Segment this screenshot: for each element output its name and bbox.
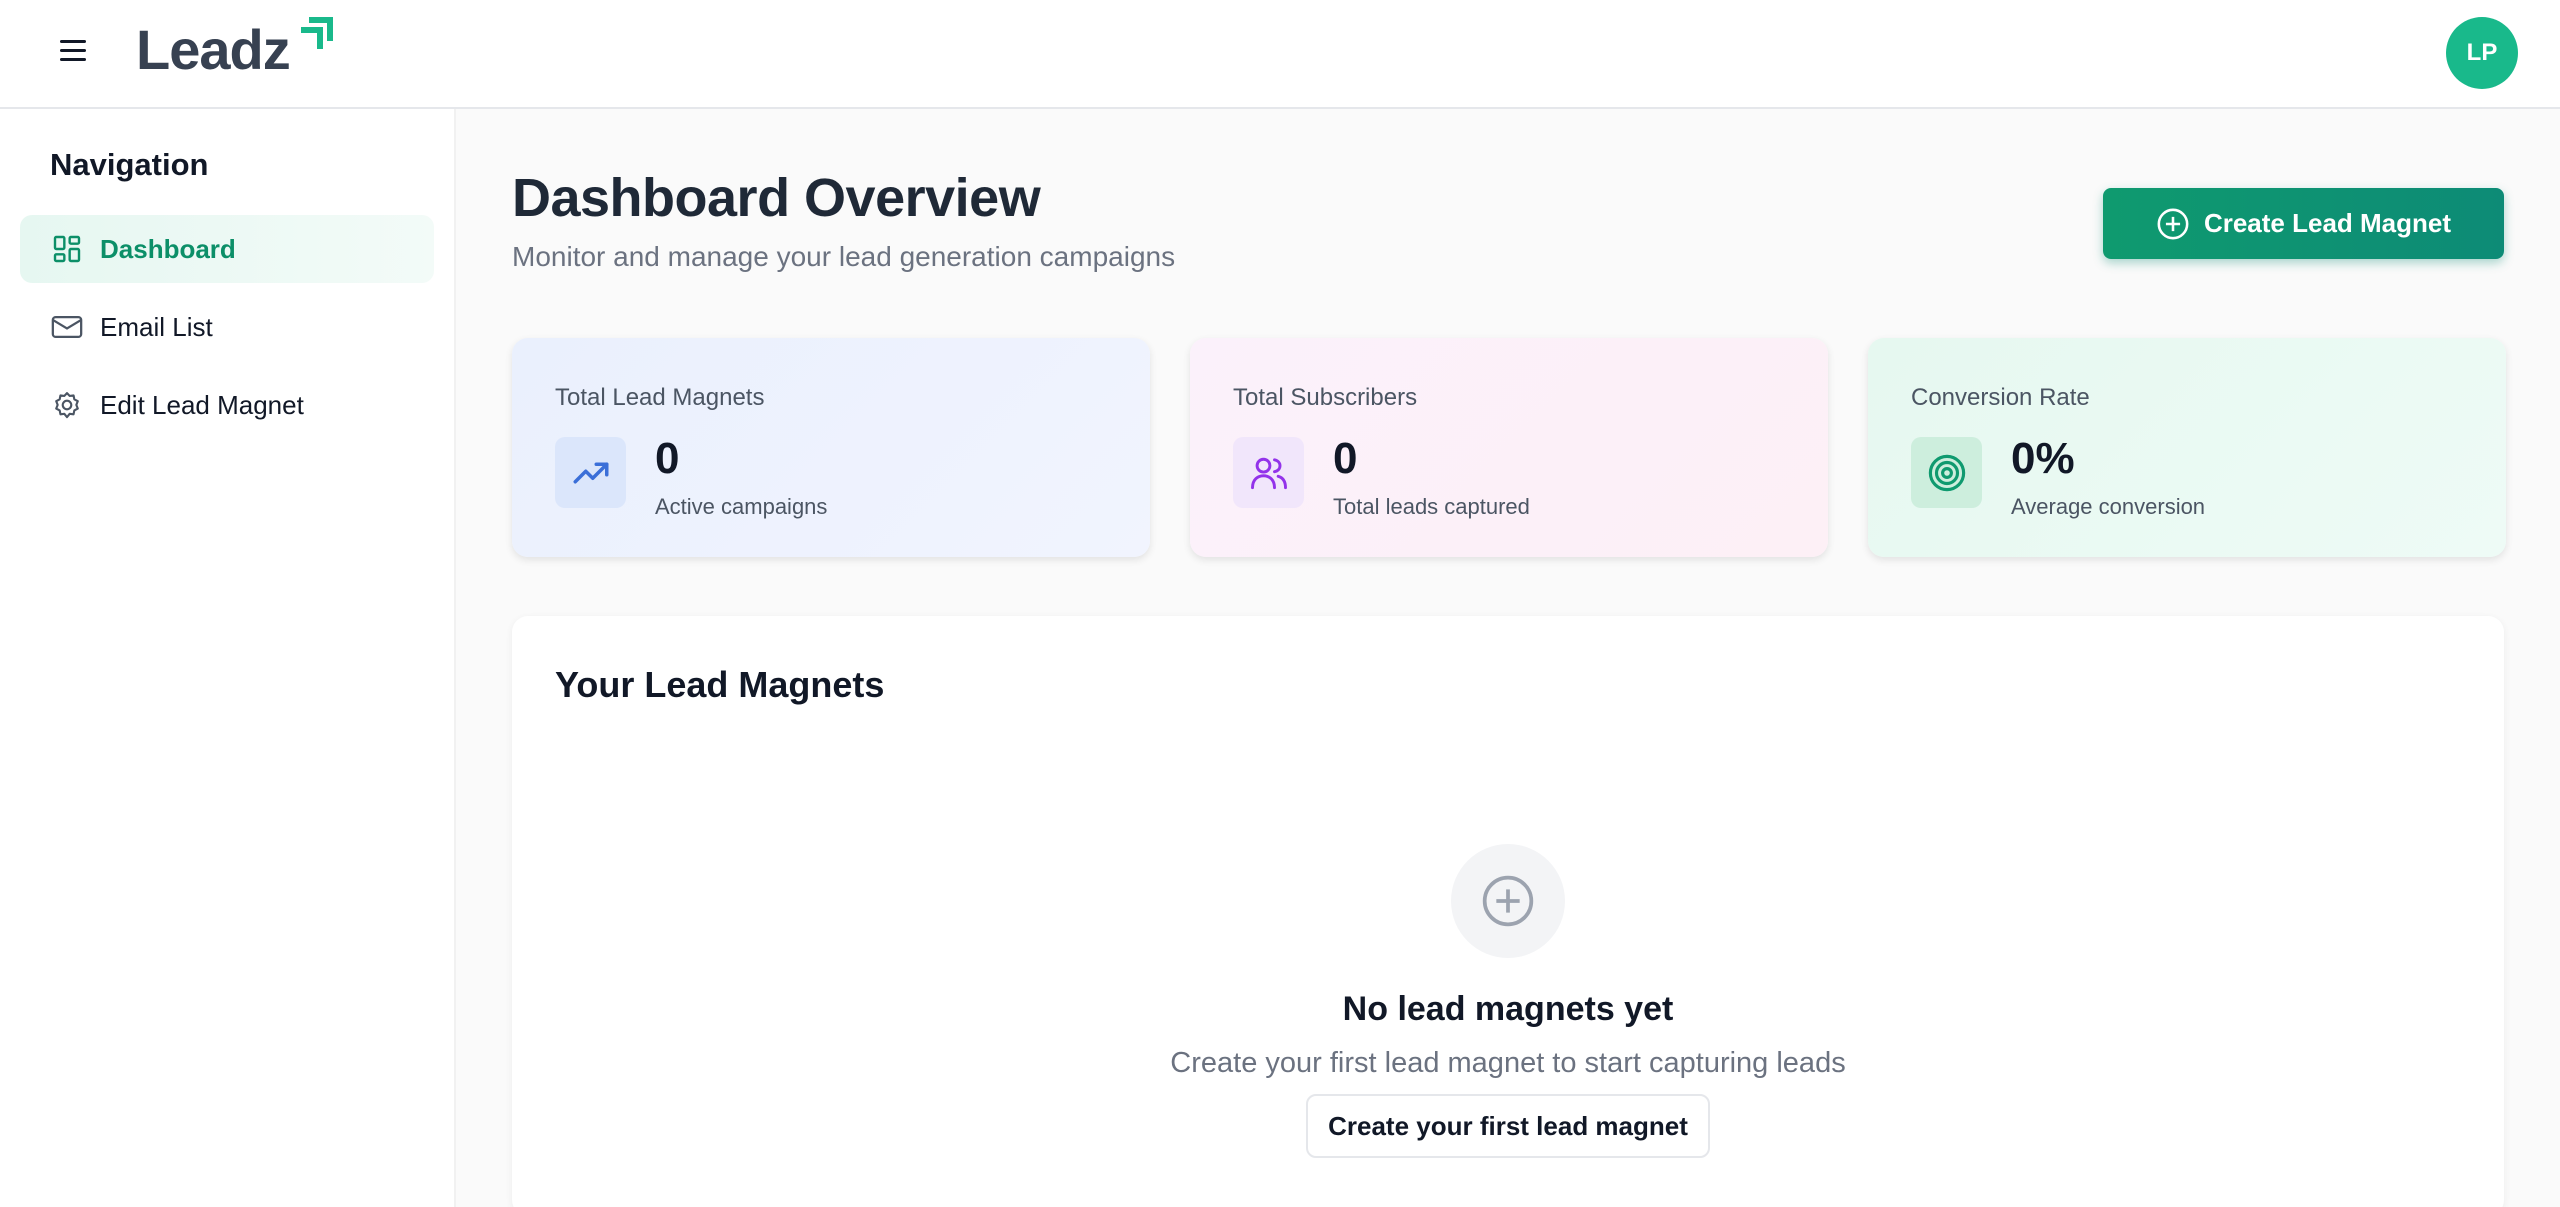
page-subtitle: Monitor and manage your lead generation … [512, 241, 1176, 272]
stat-card-conversion-rate: Conversion Rate 0% Average conversion [1868, 338, 2506, 557]
create-lead-magnet-button[interactable]: Create Lead Magnet [2103, 188, 2504, 259]
stat-value: 0 [1333, 434, 1358, 483]
empty-state-title: No lead magnets yet [1342, 990, 1674, 1028]
menu-toggle-icon[interactable] [56, 36, 92, 66]
logo-text: Leadz [136, 18, 291, 81]
gear-icon [50, 388, 84, 422]
lead-magnets-panel: Your Lead Magnets No lead magnets yet Cr… [512, 616, 2504, 1207]
stat-value: 0 [655, 434, 680, 483]
page-title: Dashboard Overview [512, 168, 1041, 228]
create-first-lead-magnet-button[interactable]: Create your first lead magnet [1306, 1094, 1710, 1158]
stat-card-total-subscribers: Total Subscribers 0 Total leads captured [1190, 338, 1828, 557]
sidebar-item-edit-lead-magnet[interactable]: Edit Lead Magnet [20, 371, 434, 439]
stat-caption: Total leads captured [1333, 494, 1530, 519]
mail-icon [50, 310, 84, 344]
plus-circle-icon [2157, 208, 2189, 239]
logo-arrow-icon [301, 17, 333, 49]
users-icon [1233, 437, 1304, 508]
empty-state-subtitle: Create your first lead magnet to start c… [1170, 1047, 1846, 1079]
target-icon [1911, 437, 1982, 508]
main-content: Dashboard Overview Monitor and manage yo… [458, 109, 2560, 1207]
stat-caption: Average conversion [2011, 494, 2206, 519]
sidebar-item-email-list[interactable]: Email List [20, 293, 434, 361]
sidebar-item-dashboard[interactable]: Dashboard [20, 215, 434, 283]
stat-label: Total Lead Magnets [555, 384, 765, 411]
sidebar-item-label: Email List [100, 311, 213, 342]
stat-caption: Active campaigns [655, 494, 828, 519]
user-avatar[interactable]: LP [2446, 17, 2518, 89]
panel-title: Your Lead Magnets [555, 664, 885, 705]
sidebar-title: Navigation [50, 147, 209, 182]
empty-state-plus-icon [1451, 844, 1565, 958]
stat-label: Total Subscribers [1233, 384, 1418, 411]
stat-label: Conversion Rate [1911, 384, 2090, 411]
create-lead-magnet-label: Create Lead Magnet [2203, 208, 2452, 238]
app-logo[interactable]: Leadz [136, 16, 333, 82]
sidebar-item-label: Dashboard [100, 233, 236, 264]
dashboard-grid-icon [50, 232, 84, 266]
top-bar: Leadz LP [0, 0, 2560, 109]
stat-value: 0% [2011, 434, 2075, 483]
trending-up-icon [555, 437, 626, 508]
stat-card-total-lead-magnets: Total Lead Magnets 0 Active campaigns [512, 338, 1150, 557]
sidebar-item-label: Edit Lead Magnet [100, 389, 304, 420]
sidebar: Navigation Dashboard Email List Edit Lea… [0, 109, 456, 1207]
